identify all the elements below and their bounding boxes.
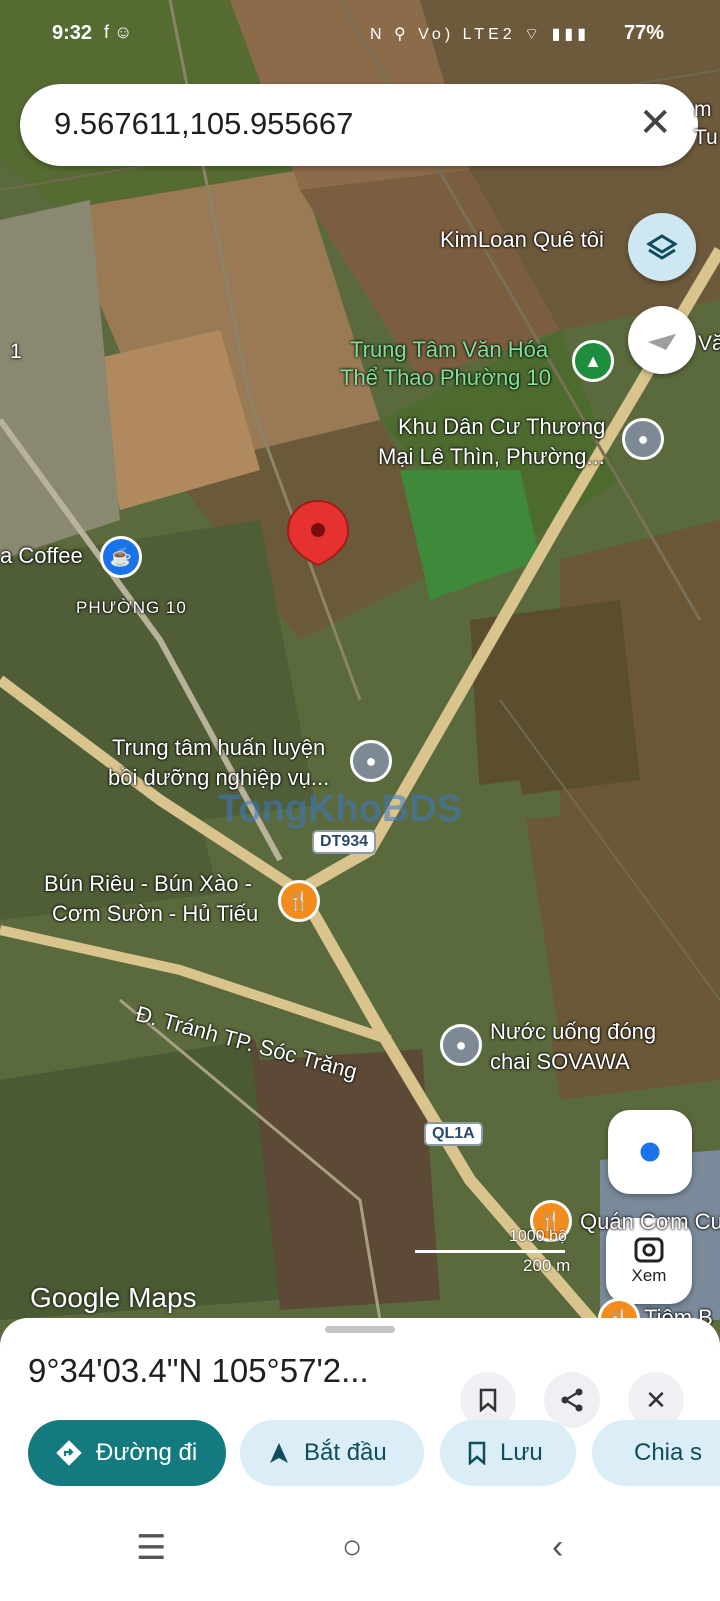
compass-button[interactable] <box>628 306 696 374</box>
status-bar: 9:32 f ☺ N ⚲ Vo) LTE2 ⌔ ▮▮▮ 77% <box>0 0 720 72</box>
restaurant-pin-icon[interactable]: 🍴 <box>278 880 320 922</box>
share-icon <box>561 1388 583 1412</box>
status-time: 9:32 <box>52 22 93 44</box>
share-icon-button[interactable] <box>544 1372 600 1428</box>
map-label-van: Văn <box>698 332 720 355</box>
sheet-drag-handle[interactable] <box>325 1326 395 1333</box>
bookmark-icon <box>479 1388 497 1412</box>
map-label-trungtam-2[interactable]: Thể Thao Phường 10 <box>340 364 551 392</box>
map-label-kimloan[interactable]: KimLoan Quê tôi <box>440 226 604 254</box>
coffee-pin-icon[interactable]: ☕ <box>100 536 142 578</box>
share-label: Chia s <box>634 1439 703 1466</box>
home-icon[interactable]: ○ <box>342 1528 363 1567</box>
map-label-nuocuong-2[interactable]: chai SOVAWA <box>490 1048 630 1076</box>
bookmark-icon <box>468 1441 486 1465</box>
place-pin-icon[interactable]: ● <box>622 418 664 460</box>
notification-icons: f ☺ <box>104 22 133 42</box>
scale-meters: 200 m <box>523 1256 571 1275</box>
place-pin-icon[interactable]: ● <box>350 740 392 782</box>
scale-bar <box>415 1250 565 1253</box>
scale-feet: 1000 bộ <box>509 1228 567 1245</box>
search-bar[interactable]: 9.567611,105.955667 ✕ <box>20 84 698 166</box>
map-label-khudancu-1[interactable]: Khu Dân Cư Thương <box>398 413 605 441</box>
map-label-quan-com[interactable]: Quán Cơm Cu <box>580 1208 720 1236</box>
my-location-icon <box>637 1139 663 1165</box>
save-button[interactable]: Lưu <box>440 1420 576 1486</box>
start-label: Bắt đầu <box>304 1439 387 1466</box>
directions-button[interactable]: Đường đi <box>28 1420 226 1486</box>
place-pin-icon[interactable]: ● <box>440 1024 482 1066</box>
map-label-tu: Tu <box>694 126 718 149</box>
directions-label: Đường đi <box>96 1439 198 1466</box>
map-label-nuocuong-1[interactable]: Nước uống đóng <box>490 1018 656 1046</box>
road-shield-dt934: DT934 <box>312 830 377 854</box>
my-location-button[interactable] <box>608 1110 692 1194</box>
layers-icon <box>646 234 678 260</box>
clear-search-icon[interactable]: ✕ <box>638 100 672 146</box>
directions-icon <box>56 1440 82 1466</box>
road-shield-ql1a: QL1A <box>424 1122 483 1146</box>
map-label-bunrieu-2[interactable]: Cơm Sườn - Hủ Tiếu <box>52 900 258 928</box>
compass-icon <box>648 334 676 350</box>
map-label-coffee[interactable]: a Coffee <box>0 542 83 570</box>
map-label-huanluyen-1[interactable]: Trung tâm huấn luyện <box>112 734 325 762</box>
navigation-arrow-icon <box>270 1443 288 1463</box>
battery-level: 77% <box>623 22 664 44</box>
map-label-phuong10: PHƯỜNG 10 <box>76 598 187 617</box>
start-button[interactable]: Bắt đầu <box>240 1420 424 1486</box>
map-label-bunrieu-1[interactable]: Bún Riêu - Bún Xào - <box>44 870 252 898</box>
map-label-trungtam-1[interactable]: Trung Tâm Văn Hóa <box>350 336 548 364</box>
system-nav-bar: ☰ ○ ‹ <box>0 1498 720 1601</box>
system-icons: N ⚲ Vo) LTE2 ⌔ ▮▮▮ <box>369 26 590 43</box>
search-query[interactable]: 9.567611,105.955667 <box>54 106 353 142</box>
coordinates-title: 9°34'03.4"N 105°57'2... <box>28 1352 369 1389</box>
map-label-m: m <box>694 98 712 121</box>
map-label-one: 1 <box>10 340 22 363</box>
map-label-khudancu-2[interactable]: Mại Lê Thìn, Phường... <box>378 443 605 471</box>
park-pin-icon[interactable]: ▲ <box>572 340 614 382</box>
save-label: Lưu <box>500 1439 543 1466</box>
back-icon[interactable]: ‹ <box>552 1528 563 1567</box>
share-button[interactable]: Chia s <box>592 1420 720 1486</box>
google-maps-logo: Google Maps <box>30 1282 197 1313</box>
close-icon: ✕ <box>645 1384 667 1415</box>
recent-apps-icon[interactable]: ☰ <box>136 1528 166 1568</box>
watermark-text: TongKhoBDS <box>218 788 463 830</box>
layers-button[interactable] <box>628 213 696 281</box>
camera-lens-icon <box>634 1237 664 1263</box>
lens-label: Xem <box>631 1266 667 1285</box>
